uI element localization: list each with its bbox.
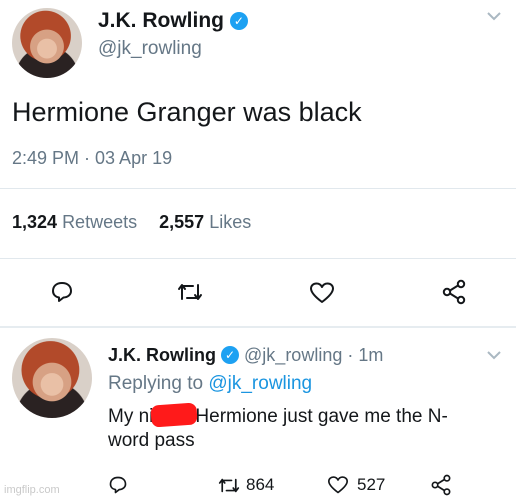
reply-like-action[interactable]: 527	[327, 475, 385, 495]
reply-author-handle[interactable]: @jk_rowling	[244, 345, 342, 365]
replying-to-line: Replying to @jk_rowling	[108, 373, 312, 395]
like-icon	[327, 475, 349, 495]
reply-icon[interactable]	[50, 280, 74, 304]
reply-author-name[interactable]: J.K. Rowling	[108, 345, 216, 365]
reply-icon[interactable]	[108, 475, 128, 495]
retweet-icon	[218, 476, 240, 495]
divider	[0, 258, 516, 259]
divider	[0, 188, 516, 189]
author-name[interactable]: J.K. Rowling	[98, 9, 224, 32]
retweets-stat[interactable]: 1,324 Retweets	[12, 212, 142, 232]
reply-header: J.K. Rowling ✓ @jk_rowling · 1m	[108, 343, 383, 367]
reply-text-end: Hermione just gave me the N-	[195, 406, 448, 427]
engagement-stats: 1,324 Retweets 2,557 Likes	[12, 212, 251, 233]
chevron-down-icon[interactable]	[486, 10, 502, 22]
share-icon[interactable]	[441, 279, 467, 305]
tweet-text: Hermione Granger was black	[12, 97, 362, 127]
reply-retweet-count: 864	[246, 475, 275, 494]
tweet-timestamp[interactable]: 2:49 PM · 03 Apr 19	[12, 148, 172, 169]
replying-to-label: Replying to	[108, 373, 204, 394]
replying-to-handle[interactable]: @jk_rowling	[208, 373, 312, 394]
retweets-label: Retweets	[62, 212, 138, 232]
divider	[0, 326, 516, 328]
author-handle[interactable]: @jk_rowling	[98, 38, 202, 60]
chevron-down-icon[interactable]	[486, 349, 502, 361]
imgflip-watermark: imgflip.com	[4, 484, 60, 496]
like-icon[interactable]	[309, 281, 335, 305]
author-avatar[interactable]	[12, 8, 82, 78]
retweet-icon[interactable]	[177, 281, 203, 303]
verified-badge-icon: ✓	[229, 12, 248, 30]
likes-count: 2,557	[159, 212, 205, 232]
author-name-row: J.K. Rowling ✓	[98, 8, 248, 34]
reply-text-line2: word pass	[108, 430, 195, 451]
verified-badge-icon: ✓	[221, 346, 240, 364]
reply-retweet-action[interactable]: 864	[218, 475, 274, 495]
likes-stat[interactable]: 2,557 Likes	[159, 212, 251, 232]
likes-label: Likes	[209, 212, 252, 232]
reply-like-count: 527	[357, 475, 386, 494]
reply-text: My ni Hermione just gave me the N- word p…	[108, 402, 508, 453]
redaction-scribble	[150, 402, 199, 428]
reply-text-start: My ni	[108, 406, 154, 427]
share-icon[interactable]	[430, 474, 452, 496]
retweets-count: 1,324	[12, 212, 58, 232]
reply-author-avatar[interactable]	[12, 338, 92, 418]
reply-time[interactable]: · 1m	[347, 345, 383, 365]
